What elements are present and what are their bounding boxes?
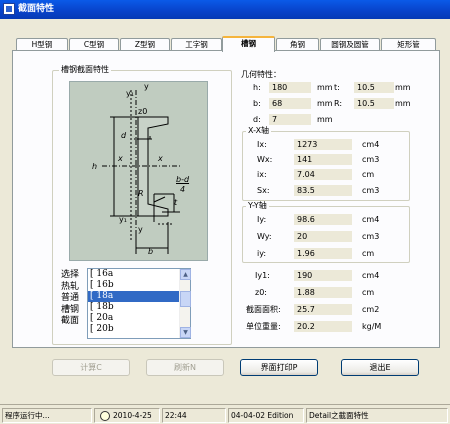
ix-radius-value: 7.04: [294, 169, 352, 180]
iy-moment-label: Iy:: [257, 215, 267, 224]
label-b: b: [148, 247, 154, 256]
iy-radius-unit: cm: [362, 249, 375, 258]
list-item[interactable]: [ 16b: [88, 280, 190, 291]
title-bar: 截面特性: [0, 0, 450, 19]
list-item[interactable]: [ 20a: [88, 313, 190, 324]
section-group-title: 槽钢截面特性: [59, 65, 111, 75]
ix-moment-unit: cm4: [362, 140, 380, 149]
sx-label: Sx:: [257, 186, 270, 195]
label-four: 4: [180, 185, 186, 194]
area-unit: cm2: [362, 305, 380, 314]
label-b-minus-d: b-d: [176, 175, 190, 184]
scroll-thumb[interactable]: [180, 291, 191, 307]
b-label: b:: [253, 99, 261, 108]
area-value: 25.7: [294, 304, 352, 315]
list-item[interactable]: [ 18b: [88, 302, 190, 313]
xx-axis-title: X-X轴: [246, 126, 272, 136]
wx-value: 141: [294, 154, 352, 165]
window-title: 截面特性: [18, 4, 55, 14]
h-unit: mm: [317, 83, 333, 92]
label-z0: z0: [138, 107, 148, 116]
b-value: 68: [269, 98, 311, 109]
label-d: d: [121, 131, 127, 140]
weight-value: 20.2: [294, 321, 352, 332]
z0-unit: cm: [362, 288, 375, 297]
print-screen-button[interactable]: 界面打印P: [240, 359, 318, 376]
label-x-left: x: [118, 154, 123, 163]
iy-radius-value: 1.96: [294, 248, 352, 259]
status-date-cell: 2010-4-25: [94, 408, 160, 423]
status-detail: Detail之截面特性: [306, 408, 448, 423]
yy-axis-title: Y-Y轴: [246, 201, 269, 211]
label-h: h: [92, 162, 98, 171]
wx-unit: cm3: [362, 155, 380, 164]
wy-value: 20: [294, 231, 352, 242]
iy1-value: 190: [294, 270, 352, 281]
clock-icon: [100, 411, 110, 421]
status-date: 2010-4-25: [113, 411, 152, 420]
ix-moment-label: Ix:: [257, 140, 267, 149]
ix-radius-unit: cm: [362, 170, 375, 179]
label-r: R: [138, 189, 144, 198]
weight-label: 单位重量:: [246, 322, 281, 331]
z0-label: z0:: [255, 288, 267, 297]
scroll-up-icon[interactable]: ▲: [180, 269, 191, 280]
weight-unit: kg/M: [362, 322, 382, 331]
list-item-selected[interactable]: [ 18a: [88, 291, 190, 302]
label-y1-top: y₁: [126, 89, 134, 98]
select-channel-label: 选择热轧普通槽钢截面: [61, 270, 80, 326]
calculate-button[interactable]: 计算C: [52, 359, 130, 376]
status-running: 程序运行中...: [2, 408, 92, 423]
t-value: 10.5: [354, 82, 394, 93]
list-scrollbar[interactable]: ▲ ▼: [179, 269, 191, 338]
d-value: 7: [269, 114, 311, 125]
iy-moment-unit: cm4: [362, 215, 380, 224]
iy-radius-label: iy:: [257, 249, 267, 258]
wx-label: Wx:: [257, 155, 273, 164]
r-unit: mm: [395, 99, 411, 108]
r-value: 10.5: [354, 98, 394, 109]
wy-unit: cm3: [362, 232, 380, 241]
status-edition: 04-04-02 Edition: [228, 408, 304, 423]
label-y-top: y: [144, 82, 149, 91]
z0-value: 1.88: [294, 287, 352, 298]
ix-moment-value: 1273: [294, 139, 352, 150]
r-label: R:: [334, 99, 343, 108]
app-icon: [3, 3, 15, 15]
label-y1-bottom: y₁: [119, 215, 127, 224]
channel-size-listbox[interactable]: [ 16a [ 16b [ 18a [ 18b [ 20a [ 20b ▲ ▼: [87, 268, 191, 339]
label-x-right: x: [158, 154, 163, 163]
label-t: t: [174, 198, 178, 207]
channel-section-diagram: y y₁ z0 d x x h R t b-d 4 y₁ y b: [69, 81, 208, 261]
iy-moment-value: 98.6: [294, 214, 352, 225]
tab-channel-steel[interactable]: 槽钢: [222, 36, 275, 52]
exit-button[interactable]: 退出E: [341, 359, 419, 376]
d-label: d:: [253, 115, 261, 124]
refresh-button[interactable]: 刷新N: [146, 359, 224, 376]
d-unit: mm: [317, 115, 333, 124]
h-label: h:: [253, 83, 261, 92]
t-label: t:: [334, 83, 340, 92]
label-y-bottom: y: [138, 225, 143, 234]
wy-label: Wy:: [257, 232, 272, 241]
iy1-label: Iy1:: [255, 271, 270, 280]
list-item[interactable]: [ 16a: [88, 269, 190, 280]
sx-value: 83.5: [294, 185, 352, 196]
geometry-title: 几何特性：: [239, 70, 283, 80]
ix-radius-label: ix:: [257, 170, 267, 179]
h-value: 180: [269, 82, 311, 93]
b-unit: mm: [317, 99, 333, 108]
status-time: 22:44: [162, 408, 226, 423]
list-item[interactable]: [ 20b: [88, 324, 190, 335]
t-unit: mm: [395, 83, 411, 92]
area-label: 截面面积:: [246, 305, 281, 314]
scroll-down-icon[interactable]: ▼: [180, 327, 191, 338]
status-bar: 程序运行中... 2010-4-25 22:44 04-04-02 Editio…: [0, 404, 450, 424]
sx-unit: cm3: [362, 186, 380, 195]
iy1-unit: cm4: [362, 271, 380, 280]
